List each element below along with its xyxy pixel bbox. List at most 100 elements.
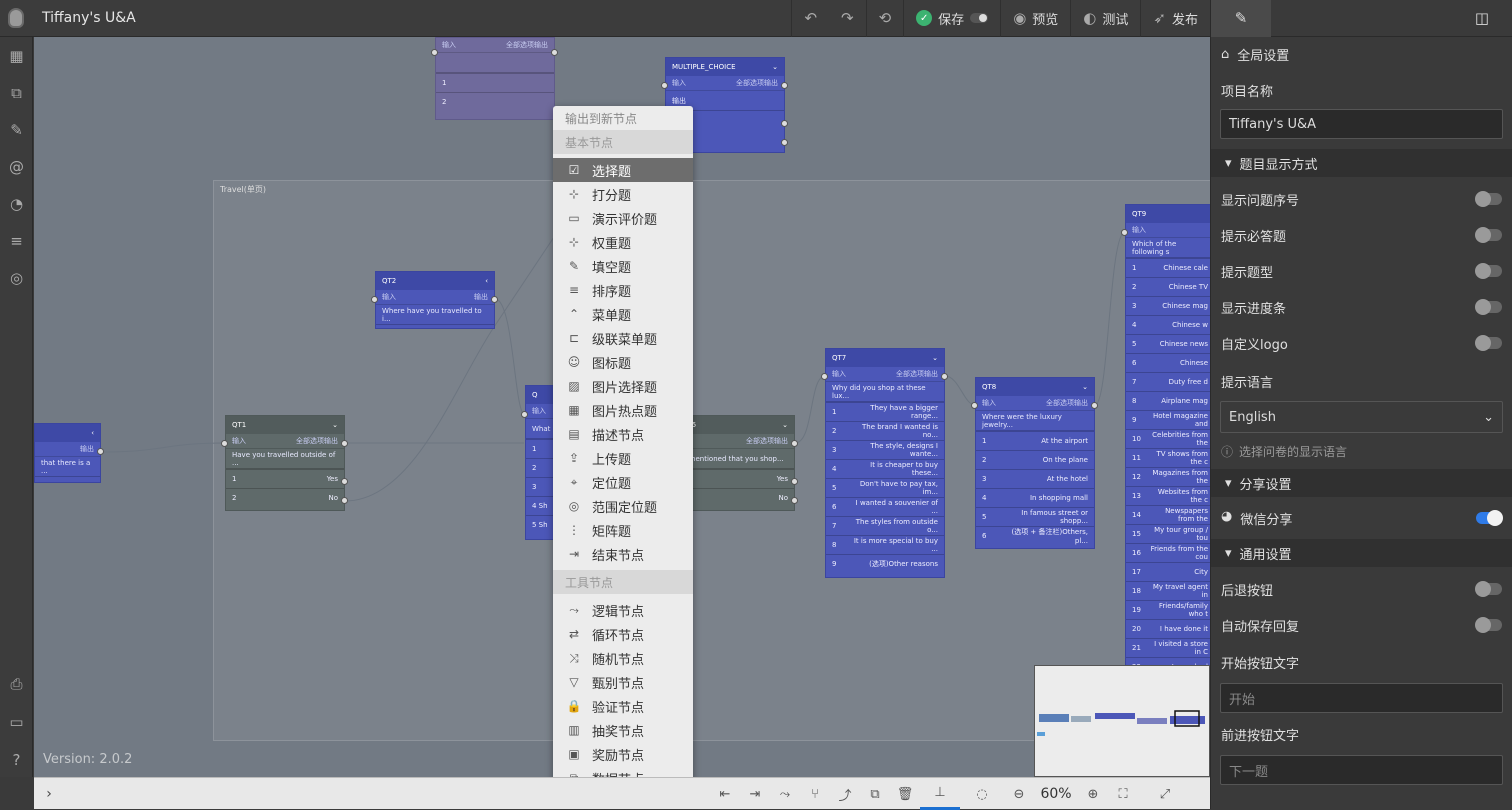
chevron-left-icon[interactable]: ‹ xyxy=(485,277,488,285)
menu-item[interactable]: ⋮ 矩阵题 xyxy=(553,518,693,542)
display-toggle[interactable] xyxy=(1475,335,1502,351)
align-left-icon[interactable]: ⇤ xyxy=(710,778,740,810)
wechat-share-toggle[interactable] xyxy=(1476,510,1503,526)
node-top-left[interactable]: 输入 全部选项输出 1 2 xyxy=(435,37,555,120)
display-toggle[interactable] xyxy=(1475,263,1502,279)
menu-item[interactable]: ⇄ 循环节点 xyxy=(553,622,693,646)
menu-item[interactable]: ⌖ 定位题 xyxy=(553,470,693,494)
port[interactable] xyxy=(971,402,978,409)
port[interactable] xyxy=(551,49,558,56)
publish-button[interactable]: ➶ 发布 xyxy=(1140,0,1210,37)
menu-item[interactable]: ⊏ 级联菜单题 xyxy=(553,326,693,350)
menu-item[interactable]: ☑ 选择题 xyxy=(553,158,693,182)
node-qt2[interactable]: QT2 ‹ 输入 输出 Where have you travelled to i.… xyxy=(375,271,495,329)
folder-icon[interactable]: ▭ xyxy=(0,703,33,740)
port[interactable] xyxy=(941,373,948,380)
route-icon[interactable]: ⤴ xyxy=(830,778,860,810)
menu-item[interactable]: ▦ 图片热点题 xyxy=(553,398,693,422)
zoom-in-icon[interactable]: ⊕ xyxy=(1078,778,1108,810)
port[interactable] xyxy=(371,296,378,303)
chevron-down-icon[interactable]: ⌄ xyxy=(932,354,938,362)
menu-item[interactable]: ▥ 抽奖节点 xyxy=(553,718,693,742)
minimap[interactable] xyxy=(1034,665,1210,777)
autosave-reply-toggle[interactable] xyxy=(1475,617,1502,633)
zoom-out-icon[interactable]: ⊖ xyxy=(1004,778,1034,810)
port[interactable] xyxy=(791,440,798,447)
menu-item[interactable]: ▤ 描述节点 xyxy=(553,422,693,446)
menu-item[interactable]: ⤳ 逻辑节点 xyxy=(553,598,693,622)
port[interactable] xyxy=(341,478,348,485)
port[interactable] xyxy=(97,448,104,455)
home-icon[interactable]: ⌂ xyxy=(1221,47,1229,62)
menu-item[interactable]: ▨ 图片选择题 xyxy=(553,374,693,398)
undo-button[interactable]: ↶ xyxy=(791,0,829,37)
menu-item[interactable]: ⤨ 随机节点 xyxy=(553,646,693,670)
menu-item[interactable]: 🔒 验证节点 xyxy=(553,694,693,718)
port[interactable] xyxy=(781,82,788,89)
port[interactable] xyxy=(431,49,438,56)
general-section[interactable]: ▾ 通用设置 xyxy=(1211,539,1512,567)
port[interactable] xyxy=(781,120,788,127)
display-toggle[interactable] xyxy=(1475,299,1502,315)
print-icon[interactable]: ⎙ xyxy=(0,665,33,702)
grid-icon[interactable]: ▦ xyxy=(0,37,33,74)
save-button[interactable]: ✓ 保存 xyxy=(903,0,1000,37)
menu-item[interactable]: ☺ 图标题 xyxy=(553,350,693,374)
test-button[interactable]: ◐ 测试 xyxy=(1070,0,1140,37)
back-button-toggle[interactable] xyxy=(1475,581,1502,597)
fit-icon[interactable]: ⛶ xyxy=(1108,778,1138,810)
menu-item[interactable]: ⌃ 菜单题 xyxy=(553,302,693,326)
menu-item[interactable]: ▣ 奖励节点 xyxy=(553,742,693,766)
chevron-down-icon[interactable]: ⌄ xyxy=(1082,383,1088,391)
node-qt5[interactable]: QT5⌄ 全部选项输出 u mentioned that you shop...… xyxy=(675,415,795,511)
help-icon[interactable]: ? xyxy=(0,741,33,778)
port[interactable] xyxy=(221,440,228,447)
node-left[interactable]: ‹ 输出 that there is a ... xyxy=(34,423,101,483)
list-icon[interactable]: ≡ xyxy=(0,222,33,259)
menu-item[interactable]: ✎ 填空题 xyxy=(553,254,693,278)
chevron-left-icon[interactable]: ‹ xyxy=(91,429,94,437)
port[interactable] xyxy=(1121,229,1128,236)
align-right-icon[interactable]: ⇥ xyxy=(740,778,770,810)
trash-icon[interactable]: 🗑 xyxy=(890,778,920,810)
expand-icon[interactable]: › xyxy=(34,786,64,802)
connect-icon[interactable]: ⤳ xyxy=(770,778,800,810)
port[interactable] xyxy=(791,478,798,485)
hide-icon[interactable]: ◌ xyxy=(960,778,1004,810)
chevron-down-icon[interactable]: ⌄ xyxy=(772,63,778,71)
project-name-input[interactable]: Tiffany's U&A xyxy=(1220,109,1503,139)
menu-item[interactable]: ⇪ 上传题 xyxy=(553,446,693,470)
port[interactable] xyxy=(791,497,798,504)
at-icon[interactable]: @ xyxy=(0,148,33,185)
eyedropper-icon[interactable]: ✎ xyxy=(0,111,33,148)
menu-item[interactable]: ▭ 演示评价题 xyxy=(553,206,693,230)
tab-style[interactable]: ✎ xyxy=(1211,0,1271,37)
chevron-down-icon[interactable]: ⌄ xyxy=(332,421,338,429)
autosave-toggle[interactable] xyxy=(970,13,989,23)
tab-layout[interactable]: ◫ xyxy=(1452,0,1512,37)
port[interactable] xyxy=(821,373,828,380)
copy-icon[interactable]: ⧉ xyxy=(860,778,890,810)
menu-item[interactable]: ▽ 甄别节点 xyxy=(553,670,693,694)
redo-button[interactable]: ↷ xyxy=(829,0,866,37)
menu-item[interactable]: ≡ 排序题 xyxy=(553,278,693,302)
menu-item[interactable]: ◎ 范围定位题 xyxy=(553,494,693,518)
target-icon[interactable]: ◎ xyxy=(0,259,33,296)
port[interactable] xyxy=(341,440,348,447)
preview-button[interactable]: ◉ 预览 xyxy=(1000,0,1070,37)
start-button-input[interactable]: 开始 xyxy=(1220,683,1503,713)
node-qt8[interactable]: QT8 ⌄ 输入 全部选项输出 Where were the luxury jewe… xyxy=(975,377,1095,549)
display-section[interactable]: ▾ 题目显示方式 xyxy=(1211,149,1512,177)
history-button[interactable]: ⟲ xyxy=(865,0,904,37)
next-button-input[interactable]: 下一题 xyxy=(1220,755,1503,785)
menu-item[interactable]: ⇥ 结束节点 xyxy=(553,542,693,566)
port[interactable] xyxy=(781,139,788,146)
menu-item[interactable]: ⊹ 打分题 xyxy=(553,182,693,206)
port[interactable] xyxy=(1091,402,1098,409)
node-qt1[interactable]: QT1 ⌄ 输入 全部选项输出 Have you travelled outside… xyxy=(225,415,345,511)
port[interactable] xyxy=(491,296,498,303)
port[interactable] xyxy=(521,411,528,418)
snap-icon[interactable]: ⊥ xyxy=(920,778,960,810)
display-toggle[interactable] xyxy=(1475,191,1502,207)
chevron-down-icon[interactable]: ⌄ xyxy=(782,421,788,429)
